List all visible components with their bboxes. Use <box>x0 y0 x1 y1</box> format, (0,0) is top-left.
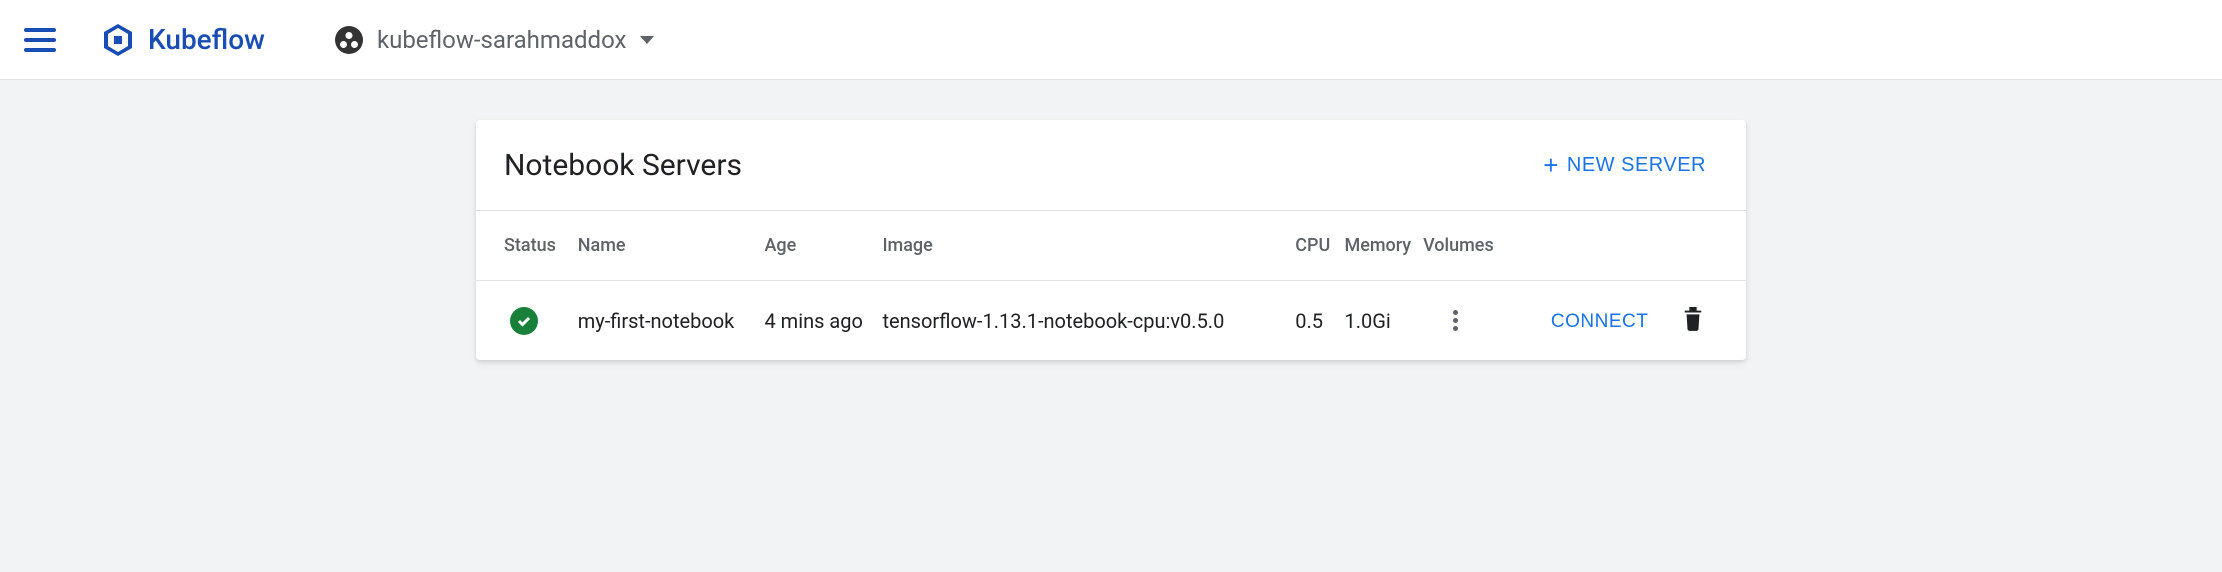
cell-memory: 1.0Gi <box>1344 309 1423 333</box>
cell-age: 4 mins ago <box>764 309 882 333</box>
cell-status <box>504 307 578 335</box>
brand-name: Kubeflow <box>148 23 265 56</box>
status-ready-icon <box>510 307 538 335</box>
delete-icon[interactable] <box>1682 305 1704 336</box>
cell-connect: CONNECT <box>1551 308 1669 333</box>
namespace-selector[interactable]: kubeflow-sarahmaddox <box>335 26 654 54</box>
header-actions <box>1669 235 1718 256</box>
header-connect <box>1551 235 1669 256</box>
hamburger-menu-icon[interactable] <box>24 22 60 58</box>
plus-icon: + <box>1543 152 1559 178</box>
cell-name: my-first-notebook <box>578 309 765 333</box>
new-server-button[interactable]: + NEW SERVER <box>1531 144 1718 186</box>
header-age: Age <box>764 235 882 256</box>
namespace-name: kubeflow-sarahmaddox <box>377 26 626 54</box>
cell-image: tensorflow-1.13.1-notebook-cpu:v0.5.0 <box>882 309 1295 333</box>
cell-volumes <box>1423 309 1551 333</box>
table-header-row: Status Name Age Image CPU Memory Volumes <box>476 211 1746 281</box>
main-content: Notebook Servers + NEW SERVER Status Nam… <box>0 80 2222 400</box>
app-header: Kubeflow kubeflow-sarahmaddox <box>0 0 2222 80</box>
header-image: Image <box>882 235 1295 256</box>
connect-button[interactable]: CONNECT <box>1551 311 1648 333</box>
header-cpu: CPU <box>1295 235 1344 256</box>
card-header: Notebook Servers + NEW SERVER <box>476 120 1746 211</box>
cell-cpu: 0.5 <box>1295 309 1344 333</box>
page-title: Notebook Servers <box>504 148 742 183</box>
chevron-down-icon <box>640 36 654 44</box>
table-row: my-first-notebook 4 mins ago tensorflow-… <box>476 281 1746 360</box>
brand-logo[interactable]: Kubeflow <box>100 22 265 58</box>
namespace-icon <box>335 26 363 54</box>
new-server-label: NEW SERVER <box>1567 154 1706 177</box>
header-memory: Memory <box>1344 235 1423 256</box>
header-status: Status <box>504 235 578 256</box>
header-name: Name <box>578 235 765 256</box>
cell-actions <box>1669 305 1718 336</box>
header-volumes: Volumes <box>1423 235 1551 256</box>
volumes-menu-icon[interactable] <box>1443 309 1467 333</box>
notebook-servers-card: Notebook Servers + NEW SERVER Status Nam… <box>476 120 1746 360</box>
kubeflow-logo-icon <box>100 22 136 58</box>
notebook-servers-table: Status Name Age Image CPU Memory Volumes… <box>476 211 1746 360</box>
